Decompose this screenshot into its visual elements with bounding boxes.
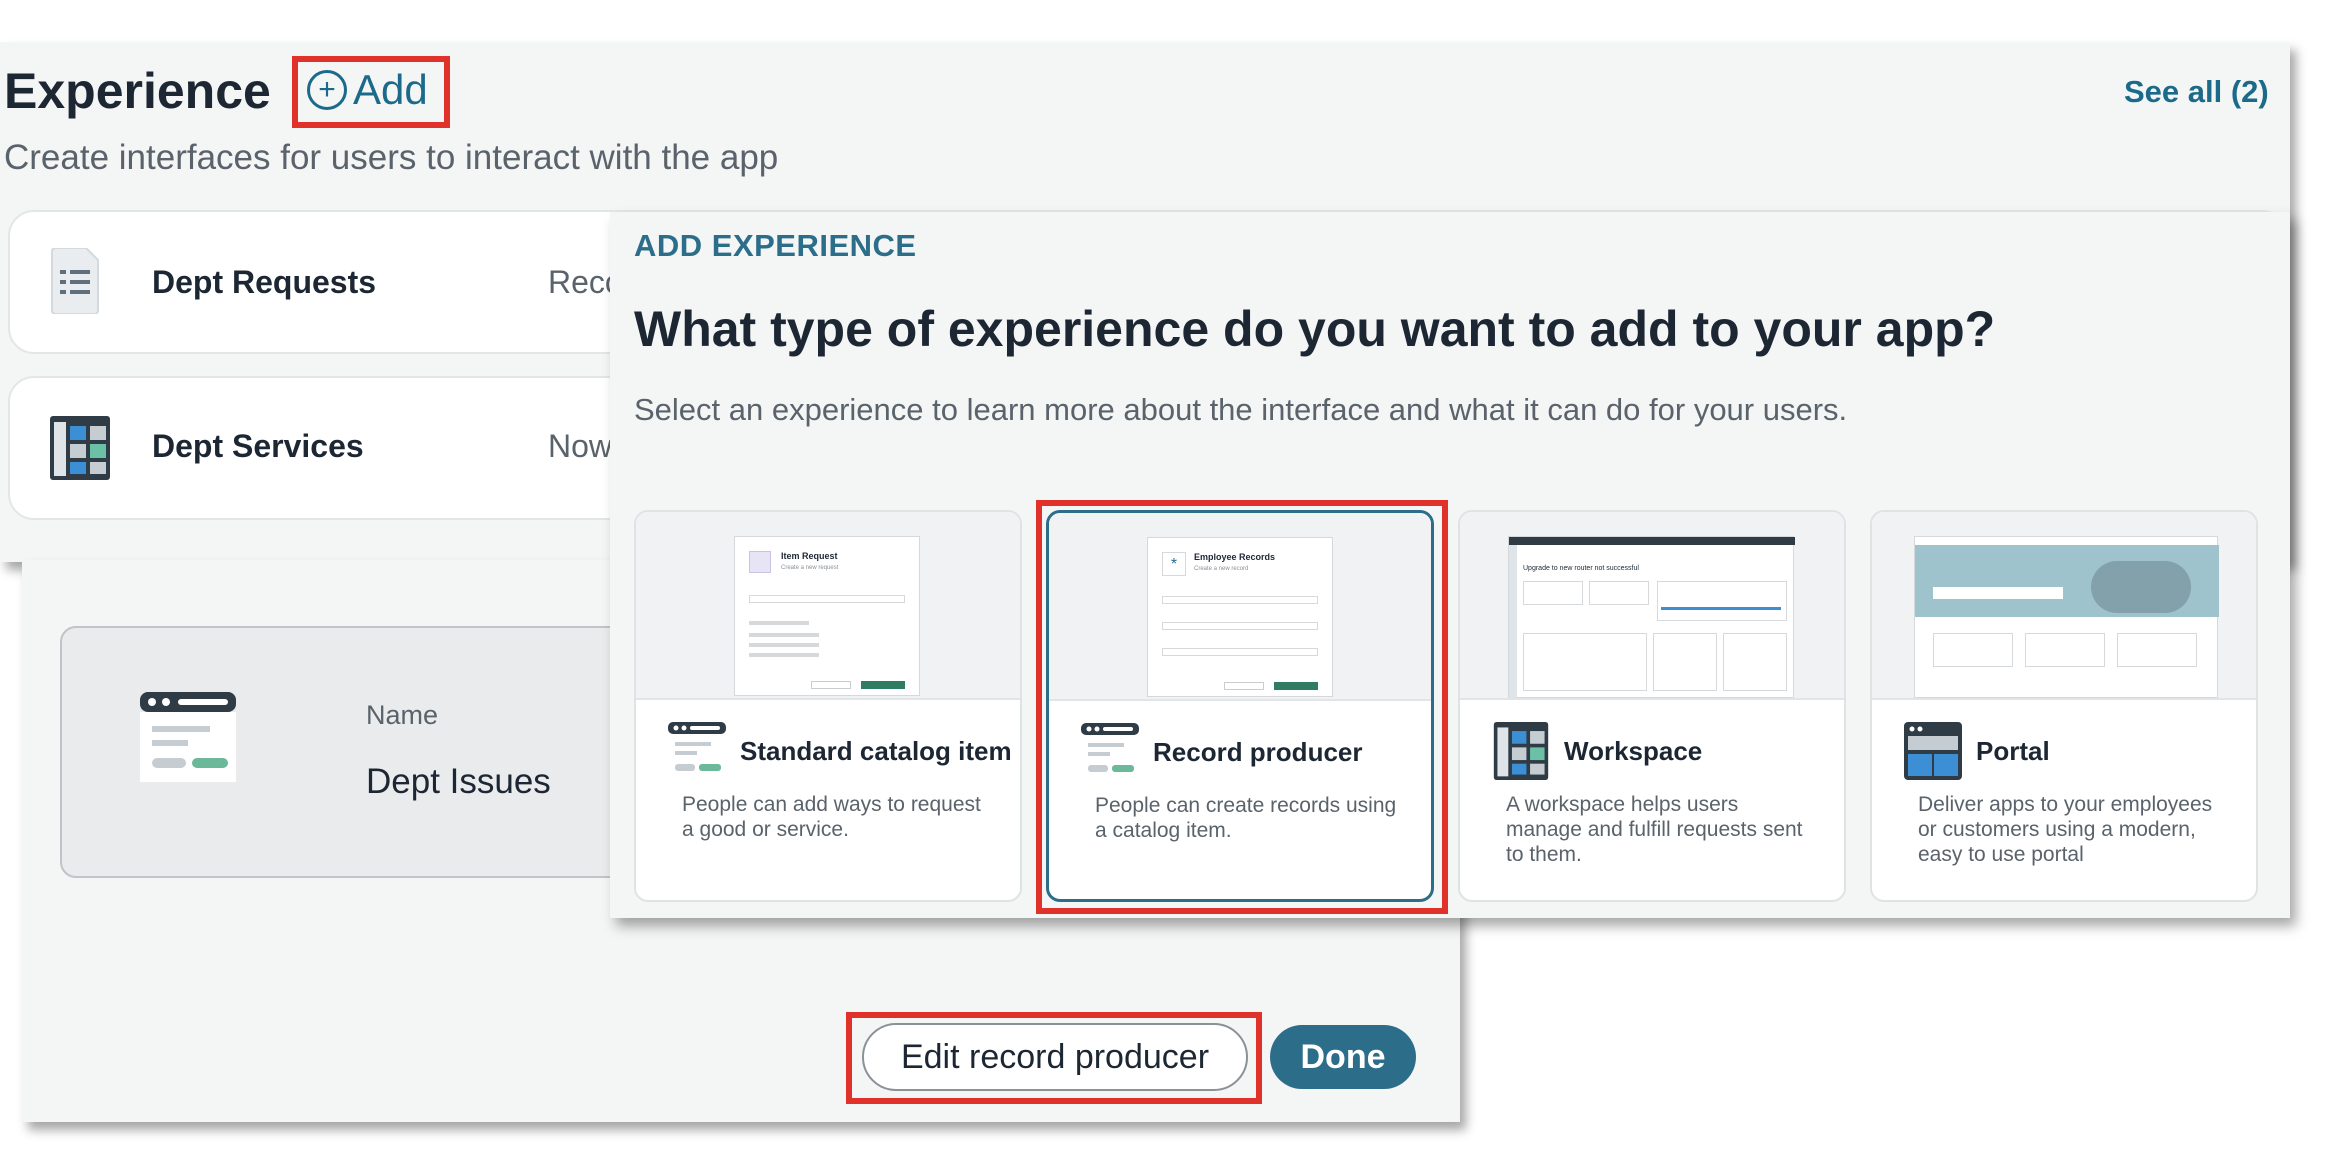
option-workspace[interactable]: Upgrade to new router not successful Wor…	[1458, 510, 1846, 902]
section-subtitle: Create interfaces for users to interact …	[4, 138, 779, 177]
preview-workspace: Upgrade to new router not successful	[1508, 536, 1795, 699]
option-portal[interactable]: Portal Deliver apps to your employees or…	[1870, 510, 2258, 902]
illustration-icon	[2091, 561, 2191, 613]
workspace-preview: Upgrade to new router not successful	[1460, 512, 1844, 700]
done-button[interactable]: Done	[1270, 1025, 1416, 1089]
preview-panel	[1723, 633, 1787, 691]
catalog-list-icon	[50, 247, 100, 319]
modal-eyebrow: ADD EXPERIENCE	[634, 228, 917, 263]
preview-search	[1933, 587, 2063, 599]
preview-title: Upgrade to new router not successful	[1523, 565, 1639, 572]
preview-chart	[1657, 581, 1787, 621]
preview-panel	[1653, 633, 1717, 691]
preview-chart-line	[1661, 607, 1781, 610]
modal-subtitle: Select an experience to learn more about…	[634, 392, 1848, 427]
record-producer-icon	[140, 692, 236, 789]
preview-list	[1523, 633, 1647, 691]
highlight-box-add	[292, 56, 450, 128]
option-description: A workspace helps users manage and fulfi…	[1506, 793, 1803, 866]
preview-topbar	[1509, 537, 1795, 545]
experience-type: Now	[548, 428, 613, 464]
experience-name: Dept Requests	[152, 264, 377, 300]
preview-widget	[1523, 581, 1583, 605]
preview-form: Item Request Create a new request	[734, 536, 920, 696]
preview-portal	[1914, 536, 2219, 698]
preview-tile	[2025, 633, 2105, 667]
workspace-grid-icon	[50, 416, 110, 485]
form-icon	[749, 551, 771, 573]
option-description: Deliver apps to your employees or custom…	[1918, 793, 2213, 866]
preview-line	[749, 643, 819, 647]
preview-submit	[861, 681, 905, 689]
preview-title: Item Request	[781, 551, 838, 561]
highlight-box-record-producer	[1036, 500, 1448, 914]
preview-widget	[1589, 581, 1649, 605]
name-label: Name	[366, 700, 439, 730]
preview-subtitle: Create a new request	[781, 565, 839, 571]
preview-line	[749, 653, 819, 657]
preview-tile	[1933, 633, 2013, 667]
preview-cancel	[811, 681, 851, 689]
preview-sidebar	[1509, 545, 1517, 699]
experience-name: Dept Services	[152, 428, 364, 464]
modal-heading: What type of experience do you want to a…	[634, 301, 1996, 357]
preview-line	[749, 621, 809, 625]
section-title: Experience	[4, 63, 271, 119]
preview-field	[749, 595, 905, 603]
catalog-item-preview: Item Request Create a new request	[636, 512, 1020, 700]
preview-line	[749, 633, 819, 637]
portal-icon	[1904, 722, 1962, 785]
option-standard-catalog-item[interactable]: Item Request Create a new request Standa…	[634, 510, 1022, 902]
name-value: Dept Issues	[366, 762, 551, 801]
preview-tile	[2117, 633, 2197, 667]
option-description: People can add ways to request a good or…	[682, 793, 981, 841]
see-all-link[interactable]: See all (2)	[2124, 74, 2269, 110]
option-title: Workspace	[1564, 736, 1703, 766]
catalog-item-icon	[668, 722, 726, 783]
portal-preview	[1872, 512, 2256, 700]
option-title: Portal	[1976, 736, 2050, 766]
option-title: Standard catalog item	[740, 736, 1012, 766]
workspace-icon	[1492, 722, 1550, 785]
highlight-box-edit	[846, 1012, 1262, 1104]
